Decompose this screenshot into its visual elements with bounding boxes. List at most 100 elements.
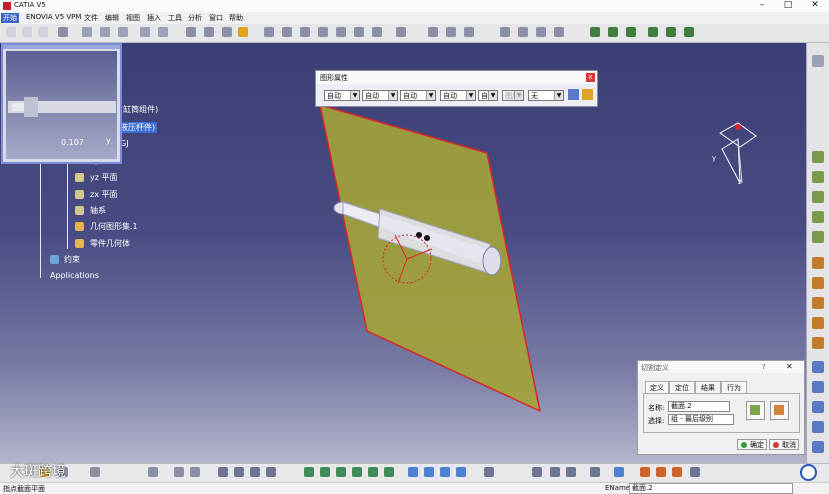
cut-icon[interactable] [82,27,92,37]
dimension-icon[interactable] [428,27,438,37]
catalog-icon[interactable] [250,467,260,477]
mirror-icon[interactable] [812,317,824,329]
tree-item-yz-plane[interactable]: yz 平面 [90,172,117,183]
tree-item-axis-system[interactable]: 轴系 [90,205,106,216]
close-button[interactable]: ✕ [805,0,825,10]
chat-bubble-icon[interactable] [800,464,817,481]
constraint-icon[interactable] [282,27,292,37]
catalog-icon[interactable] [590,27,600,37]
pad-icon[interactable] [204,27,214,37]
ok-button[interactable]: 确定 [737,439,767,450]
graphic-properties-close-button[interactable]: x [586,73,595,82]
line-color-dropdown[interactable]: 自动 ▼ [400,90,436,101]
maximize-button[interactable]: □ [778,0,798,10]
menu-window[interactable]: 窗口 [207,13,225,23]
comment-icon[interactable] [190,467,200,477]
zoom-out-icon[interactable] [368,467,378,477]
pad-icon[interactable] [812,151,824,163]
product-icon[interactable] [626,27,636,37]
manipulation-icon[interactable] [336,27,346,37]
apply-material-icon[interactable] [812,421,824,433]
copy-icon[interactable] [100,27,110,37]
swap-space-icon[interactable] [456,467,466,477]
split-icon[interactable] [812,381,824,393]
edit-selection-button[interactable] [746,401,765,420]
paste-icon[interactable] [118,27,128,37]
material-library-icon[interactable] [672,467,682,477]
section-plane[interactable] [319,103,542,413]
library-icon[interactable] [266,467,276,477]
cut-definition-close-button[interactable]: ✕ [786,362,793,371]
sketch-icon[interactable] [186,27,196,37]
selection-field[interactable]: 组 - 最后级别 [668,414,734,425]
text-icon[interactable] [446,27,456,37]
axis-icon[interactable] [500,27,510,37]
reorder-icon[interactable] [666,27,676,37]
cube-icon[interactable] [234,467,244,477]
shaft-icon[interactable] [812,171,824,183]
tree-item-geometrical-set[interactable]: 几何图形集.1 [90,221,138,232]
fillet-icon[interactable] [812,211,824,223]
help-button[interactable]: ? [762,363,766,371]
measure-icon[interactable] [264,27,274,37]
normal-view-icon[interactable] [384,467,394,477]
chamfer-icon[interactable] [812,231,824,243]
hole-icon[interactable] [812,191,824,203]
generate-icon[interactable] [684,27,694,37]
save-icon[interactable] [38,27,48,37]
menu-file[interactable]: 文件 [82,13,100,23]
measure-between-icon[interactable] [566,467,576,477]
compass-widget[interactable] [719,122,757,184]
tree-item-applications[interactable]: Applications [50,271,99,280]
line-icon[interactable] [536,27,546,37]
boolean-icon[interactable] [812,361,824,373]
undo-icon[interactable] [90,467,100,477]
hide-show-icon[interactable] [440,467,450,477]
print-icon[interactable] [58,27,68,37]
undo-icon[interactable] [140,27,150,37]
tree-item-cylinder-assembly[interactable]: (缸筒组件) [120,104,158,115]
tree-item-part-body[interactable]: 零件几何体 [90,238,130,249]
paint-brush-icon[interactable] [568,89,579,100]
cut-definition-header[interactable]: 切割定义 ? ✕ [638,361,804,373]
menu-analysis[interactable]: 分析 [186,13,204,23]
section-preview-window[interactable]: 0.107 y [1,43,122,164]
transparency-dropdown[interactable]: 自动 ▼ [362,90,398,101]
cancel-button[interactable]: 取消 [769,439,799,450]
table-icon[interactable] [218,467,228,477]
open-icon[interactable] [22,27,32,37]
texture-icon[interactable] [656,467,666,477]
menu-edit[interactable]: 编辑 [103,13,121,23]
shading-icon[interactable] [424,467,434,477]
paint-icon[interactable] [640,467,650,477]
tree-item-hydraulic-rod[interactable]: 液压杆件) [118,122,158,133]
snap-icon[interactable] [300,27,310,37]
menu-view[interactable]: 视图 [124,13,142,23]
point-icon[interactable] [518,27,528,37]
thickness-icon[interactable] [812,401,824,413]
menu-start[interactable]: 开始 [1,13,19,23]
plane-icon[interactable] [554,27,564,37]
copy-format-icon[interactable] [582,89,593,100]
pan-view-icon[interactable] [320,467,330,477]
tree-item-constraints[interactable]: 约束 [64,254,80,265]
rendering-dropdown[interactable]: 无 ▼ [528,90,564,101]
draft-icon[interactable] [812,257,824,269]
section-icon[interactable] [372,27,382,37]
pocket-icon[interactable] [222,27,232,37]
point-symbol-dropdown[interactable]: 自动▼ [478,90,498,101]
layer-dropdown[interactable]: 图层 ▼ [502,90,524,101]
thread-icon[interactable] [812,297,824,309]
layer-filter-icon[interactable] [532,467,542,477]
render-icon[interactable] [484,467,494,477]
shell-icon[interactable] [812,277,824,289]
menu-insert[interactable]: 插入 [145,13,163,23]
new-icon[interactable] [6,27,16,37]
tree-item-zx-plane[interactable]: zx 平面 [90,189,117,200]
zoom-in-icon[interactable] [352,467,362,477]
graphic-properties-header[interactable]: 图形属性 x [316,71,597,84]
scroll-icon[interactable] [812,441,824,453]
clash-icon[interactable] [354,27,364,37]
explode-icon[interactable] [318,27,328,37]
minimize-button[interactable]: – [752,0,772,10]
